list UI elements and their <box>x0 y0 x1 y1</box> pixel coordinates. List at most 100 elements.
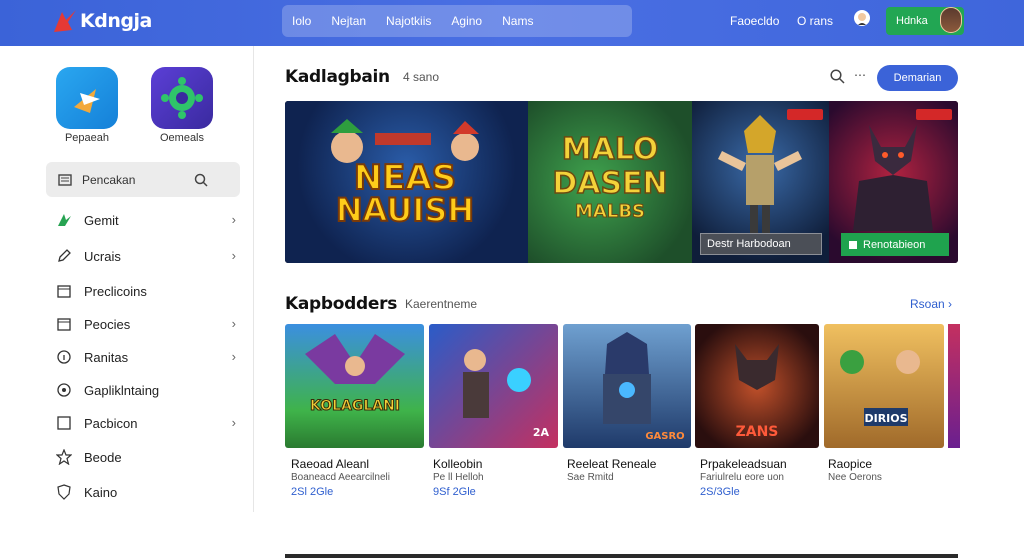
card-title[interactable]: Kolleobin <box>433 457 482 471</box>
top-link-1[interactable]: Faoecldo <box>730 14 779 28</box>
nav-item[interactable]: Nejtan <box>331 14 366 28</box>
sidebar-item-ucrais[interactable]: Ucrais › <box>56 245 240 267</box>
card-price: 2S/3Gle <box>700 486 740 498</box>
calendar-icon <box>57 318 71 331</box>
primary-button[interactable]: Demarian <box>877 65 958 91</box>
featured-panel-1[interactable]: NEAS NAUISH <box>285 101 528 263</box>
calendar-icon <box>57 285 71 298</box>
sidebar-item-label: Gapliklntaing <box>84 382 160 398</box>
sidebar-item-ranitas[interactable]: Ranitas › <box>56 346 240 368</box>
sidebar-item-kaino[interactable]: Kaino <box>56 481 240 503</box>
card-art: DIRIOS <box>840 350 920 426</box>
app-tile-play[interactable] <box>56 67 118 129</box>
hero-title-3: MALO <box>562 132 659 167</box>
info-icon <box>57 350 71 364</box>
see-all-link[interactable]: Rsoan › <box>910 297 952 311</box>
chevron-right-icon: › <box>231 415 236 430</box>
card-developer: Fariulrelu eore uon <box>700 472 784 483</box>
user-help-icon[interactable] <box>852 9 872 31</box>
chevron-right-icon: › <box>231 248 236 263</box>
sidebar-item-label: Beode <box>84 449 122 465</box>
hero-secondary-button[interactable]: Destr Harbodoan <box>700 233 822 255</box>
hero-primary-button[interactable]: Renotabieon <box>841 233 949 256</box>
search-icon[interactable] <box>830 69 845 84</box>
card-title[interactable]: Raopice <box>828 457 872 471</box>
card-art: GASRO <box>603 332 685 442</box>
hero-badge <box>787 109 823 120</box>
card-price: 2Sl 2Gle <box>291 486 334 498</box>
nav-item[interactable]: Iolo <box>292 14 311 28</box>
hero-art-2: MALO DASEN MALBS <box>552 131 669 222</box>
sidebar-item-beode[interactable]: Beode <box>56 446 240 468</box>
square-icon <box>57 416 71 430</box>
chevron-right-icon: › <box>231 212 236 227</box>
download-icon <box>849 240 857 249</box>
app-label: Pepaeah <box>64 132 110 144</box>
game-card-4[interactable]: ZANS <box>695 324 819 448</box>
gear-icon <box>161 77 203 119</box>
top-bar: Kdngja Iolo Nejtan Najotkiis Agino Nams … <box>0 0 1024 46</box>
sidebar-item-gemit[interactable]: Gemit › <box>56 209 240 231</box>
next-row-preview <box>285 554 958 558</box>
logo-text: Kdngja <box>80 10 152 32</box>
card-title[interactable]: Raeoad Aleanl <box>291 457 369 471</box>
card-art-text: DIRIOS <box>864 412 907 425</box>
card-art-text: KOLAGLANI <box>310 398 400 414</box>
logo-icon <box>54 10 76 32</box>
game-card-5[interactable]: DIRIOS <box>824 324 944 448</box>
game-card-1[interactable]: KOLAGLANI <box>285 324 424 448</box>
sidebar-item-label: Ucrais <box>84 248 121 264</box>
see-all-label: Rsoan <box>910 297 945 311</box>
play-icon <box>74 89 100 113</box>
sidebar-item-label: Peocies <box>84 316 131 332</box>
card-art-text: GASRO <box>645 431 684 442</box>
section-title: Kadlagbain <box>285 67 390 87</box>
card-title[interactable]: Reeleat Reneale <box>567 457 656 471</box>
nav-item[interactable]: Agino <box>451 14 482 28</box>
nav-item[interactable]: Najotkiis <box>386 14 431 28</box>
card-title[interactable]: Prpakeleadsuan <box>700 457 787 471</box>
shield-icon <box>57 484 71 500</box>
card-developer: Boaneacd Aeearcilneli <box>291 472 390 483</box>
top-link-2[interactable]: O rans <box>797 14 833 28</box>
sidebar-item-pacbicon[interactable]: Pacbicon › <box>56 412 240 434</box>
sidebar: Pepaeah Oemeals Pencakan Gemit › Ucrais <box>0 46 254 512</box>
sidebar-item-label: Pacbicon <box>84 415 138 431</box>
card-art-text: 2A <box>533 426 550 439</box>
game-card-6[interactable] <box>948 324 960 448</box>
card-art-text: ZANS <box>736 424 779 440</box>
sidebar-item-preclicoins[interactable]: Preclicoins <box>56 280 240 302</box>
sidebar-item-label: Ranitas <box>84 349 129 365</box>
app-label: Oemeals <box>159 132 205 144</box>
hero-title-5: MALBS <box>575 201 645 222</box>
section-subtitle: 4 sano <box>403 70 440 84</box>
sidebar-item-label: Preclicoins <box>84 283 147 299</box>
featured-banner[interactable]: NEAS NAUISH MALO DASEN MALBS Destr Harbo… <box>285 101 958 263</box>
search-icon[interactable] <box>194 173 208 187</box>
sidebar-search[interactable]: Pencakan <box>46 162 240 197</box>
sidebar-item-gapliklntaing[interactable]: Gapliklntaing <box>56 379 240 401</box>
app-logo[interactable]: Kdngja <box>52 6 152 36</box>
card-art: ZANS <box>735 344 779 440</box>
hero-art-1: NEAS NAUISH <box>331 119 479 230</box>
card-developer: Sae Rmitd <box>567 472 614 483</box>
hero-title-4: DASEN <box>552 166 667 201</box>
app-tile-games[interactable] <box>151 67 213 129</box>
circle-icon <box>57 383 71 397</box>
card-price: 9Sf 2Gle <box>433 486 476 498</box>
top-nav: Iolo Nejtan Najotkiis Agino Nams <box>282 5 632 37</box>
nav-item[interactable]: Nams <box>502 14 533 28</box>
section-title: Kapbodders <box>285 294 398 314</box>
featured-panel-2[interactable]: MALO DASEN MALBS <box>528 101 692 263</box>
hero-secondary-label: Destr Harbodoan <box>707 238 791 250</box>
gamepad-icon <box>58 214 71 226</box>
hero-title-2: NAUISH <box>336 191 474 229</box>
card-art: 2A <box>463 349 550 439</box>
account-button-label: Hdnka <box>896 15 928 27</box>
game-card-3[interactable]: GASRO <box>563 324 691 448</box>
card-developer: Nee Oerons <box>828 472 882 483</box>
sidebar-item-peocies[interactable]: Peocies › <box>56 313 240 335</box>
more-icon[interactable]: ⋯ <box>854 68 866 82</box>
avatar[interactable] <box>940 7 962 33</box>
game-card-2[interactable]: 2A <box>429 324 558 448</box>
